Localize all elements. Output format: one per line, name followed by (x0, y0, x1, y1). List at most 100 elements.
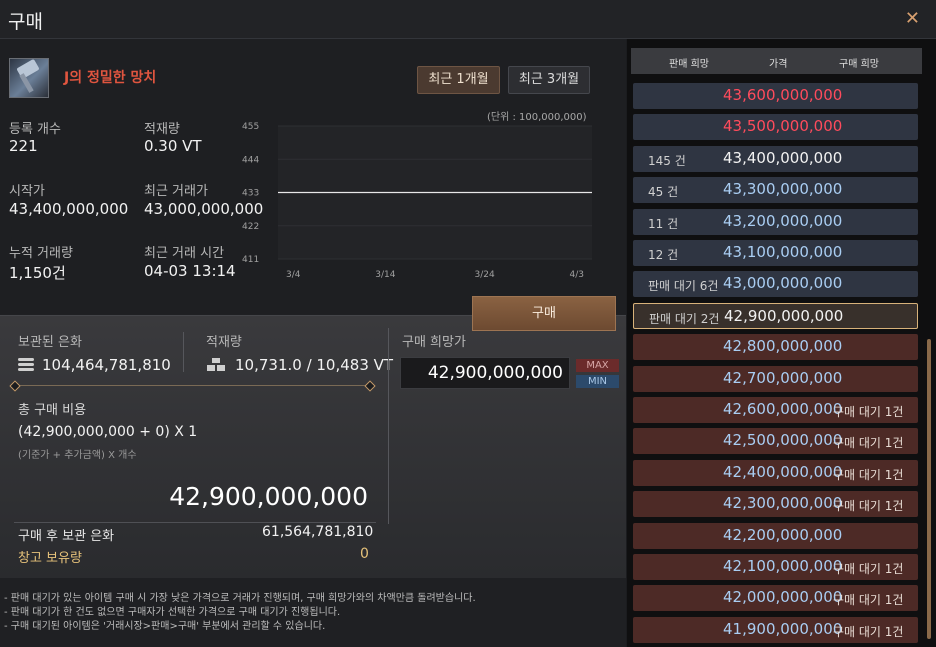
orderbook-row[interactable]: 42,200,000,000 (633, 522, 918, 549)
row-price: 42,400,000,000 (723, 462, 843, 481)
orderbook-row[interactable]: 42,100,000,000 구매 대기 1건 (633, 554, 918, 580)
hammer-icon (9, 58, 49, 98)
row-buy-wait: 구매 대기 1건 (833, 593, 904, 608)
orderbook-row[interactable]: 41,900,000,000 구매 대기 1건 (633, 616, 918, 643)
item-info-section: J의 정밀한 망치 최근 1개월 최근 3개월 등록 개수 221 적재량 0.… (0, 39, 626, 314)
row-price: 42,000,000,000 (723, 588, 843, 607)
row-price: 42,100,000,000 (723, 557, 843, 575)
last-trade-time-label: 최근 거래 시간 (144, 246, 225, 261)
row-count: 45 건 (648, 185, 679, 200)
orderbook-row[interactable]: 42,800,000,000 (633, 334, 918, 361)
row-buy-wait: 구매 대기 1건 (833, 436, 904, 451)
warehouse-stock-label: 창고 보유량 (18, 551, 82, 566)
slider-left-knob[interactable] (9, 380, 21, 392)
purchase-button[interactable]: 구매 (472, 296, 616, 331)
orderbook-row[interactable]: 42,600,000,000 구매 대기 1건 (633, 397, 918, 423)
stored-silver-value: 104,464,781,810 (42, 356, 171, 374)
row-price: 43,300,000,000 (723, 180, 843, 199)
chart-y-tick: 455 (242, 122, 259, 132)
divider (14, 522, 376, 523)
desired-price-label: 구매 희망가 (402, 335, 466, 350)
stored-silver-label: 보관된 은화 (18, 335, 82, 350)
row-price: 42,200,000,000 (723, 525, 843, 544)
orderbook-row[interactable]: 판매 대기 2건 42,900,000,000 (633, 302, 918, 329)
period-3-month-button[interactable]: 최근 3개월 (508, 66, 590, 94)
sell-wish-header: 판매 희망 (669, 59, 709, 70)
chart-x-tick: 3/14 (375, 270, 395, 279)
row-buy-wait: 구매 대기 1건 (833, 562, 904, 576)
cost-formula: (42,900,000,000 + 0) X 1 (18, 424, 198, 440)
registered-count-value: 221 (9, 137, 38, 155)
row-count: 12 건 (648, 248, 679, 262)
row-price: 42,500,000,000 (723, 431, 843, 450)
row-price: 41,900,000,000 (723, 619, 843, 638)
orderbook-header: 판매 희망 가격 구매 희망 (631, 48, 922, 74)
orderbook-row[interactable]: 12 건 43,100,000,000 (633, 240, 918, 266)
chart-x-tick: 3/4 (286, 270, 301, 279)
total-cost-value: 42,900,000,000 (169, 482, 368, 511)
orderbook-row[interactable]: 42,400,000,000 구매 대기 1건 (633, 459, 918, 486)
note-line: - 판매 대기가 한 건도 없으면 구매자가 선택한 가격으로 구매 대기가 진… (4, 607, 341, 618)
orderbook-panel: 판매 희망 가격 구매 희망 43,600,000,000 43,500,000,… (627, 39, 936, 647)
max-button[interactable]: MAX (576, 359, 619, 372)
row-price: 42,300,000,000 (723, 494, 843, 513)
cost-formula-hint: (기준가 + 추가금액) X 개수 (18, 450, 137, 461)
orderbook-row[interactable]: 11 건 43,200,000,000 (633, 208, 918, 235)
row-price: 43,200,000,000 (723, 211, 843, 230)
desired-price-input[interactable]: 42,900,000,000 (400, 357, 570, 389)
orderbook-row[interactable]: 42,000,000,000 구매 대기 1건 (633, 585, 918, 612)
item-name: J의 정밀한 망치 (64, 70, 157, 86)
note-line: - 구매 대기된 아이템은 '거래시장>판매>구매' 부분에서 관리할 수 있습… (4, 621, 326, 632)
chart-y-tick: 422 (242, 222, 259, 232)
price-header: 가격 (769, 59, 788, 70)
price-chart: 455 444 433 422 411 3/4 3/14 3/24 4/3 (242, 122, 592, 279)
orderbook-row[interactable]: 42,700,000,000 (633, 365, 918, 392)
load-weight-label: 적재량 (206, 335, 242, 350)
row-buy-wait: 구매 대기 1건 (833, 405, 904, 419)
orderbook-row[interactable]: 43,500,000,000 (633, 114, 918, 141)
registered-count-label: 등록 개수 (9, 122, 61, 137)
cumulative-volume-label: 누적 거래량 (9, 246, 73, 261)
close-icon[interactable]: ✕ (905, 8, 920, 29)
scrollbar[interactable] (927, 339, 931, 639)
warehouse-stock-value: 0 (360, 546, 369, 562)
row-count: 145 건 (648, 153, 686, 168)
title-bar: 구매 ✕ (0, 0, 936, 39)
orderbook-row[interactable]: 42,300,000,000 구매 대기 1건 (633, 491, 918, 518)
orderbook-row[interactable]: 45 건 43,300,000,000 (633, 177, 918, 204)
buy-wish-header: 구매 희망 (839, 59, 879, 70)
total-cost-label: 총 구매 비용 (18, 403, 87, 418)
quantity-slider[interactable] (9, 380, 376, 392)
orderbook-row[interactable]: 145 건 43,400,000,000 (633, 145, 918, 172)
period-1-month-button[interactable]: 최근 1개월 (417, 66, 500, 94)
row-buy-wait: 구매 대기 1건 (833, 499, 904, 514)
chart-y-tick: 444 (242, 155, 259, 165)
row-price: 42,900,000,000 (724, 306, 844, 325)
load-weight-value: 10,731.0 / 10,483 VT (235, 356, 394, 374)
last-trade-time-value: 04-03 13:14 (144, 262, 236, 280)
row-price: 43,600,000,000 (723, 86, 843, 104)
cumulative-volume-value: 1,150건 (9, 264, 66, 282)
row-count: 판매 대기 2건 (649, 311, 720, 326)
window-title: 구매 (8, 11, 43, 33)
row-price: 42,600,000,000 (723, 400, 843, 418)
notes: - 판매 대기가 있는 아이템 구매 시 가장 낮은 가격으로 거래가 진행되며… (0, 592, 626, 634)
last-trade-price-label: 최근 거래가 (144, 184, 208, 199)
weight-value: 0.30 VT (144, 137, 202, 155)
start-price-label: 시작가 (9, 184, 45, 199)
divider (388, 328, 389, 524)
chart-x-tick: 3/24 (475, 270, 495, 279)
orderbook-row[interactable]: 42,500,000,000 구매 대기 1건 (633, 428, 918, 455)
slider-right-knob[interactable] (364, 380, 376, 392)
row-count: 판매 대기 6건 (648, 279, 719, 294)
buy-panel: 보관된 은화 104,464,781,810 적재량 10,731.0 / 10… (0, 315, 626, 578)
chart-y-tick: 411 (242, 255, 259, 265)
silver-after-purchase-value: 61,564,781,810 (262, 524, 374, 540)
start-price-value: 43,400,000,000 (9, 200, 129, 218)
min-button[interactable]: MIN (576, 375, 619, 388)
row-count: 11 건 (648, 216, 679, 231)
chart-x-tick: 4/3 (570, 270, 584, 279)
weight-icon (207, 358, 225, 371)
orderbook-row[interactable]: 판매 대기 6건 43,000,000,000 (633, 271, 918, 298)
orderbook-row[interactable]: 43,600,000,000 (633, 83, 918, 109)
